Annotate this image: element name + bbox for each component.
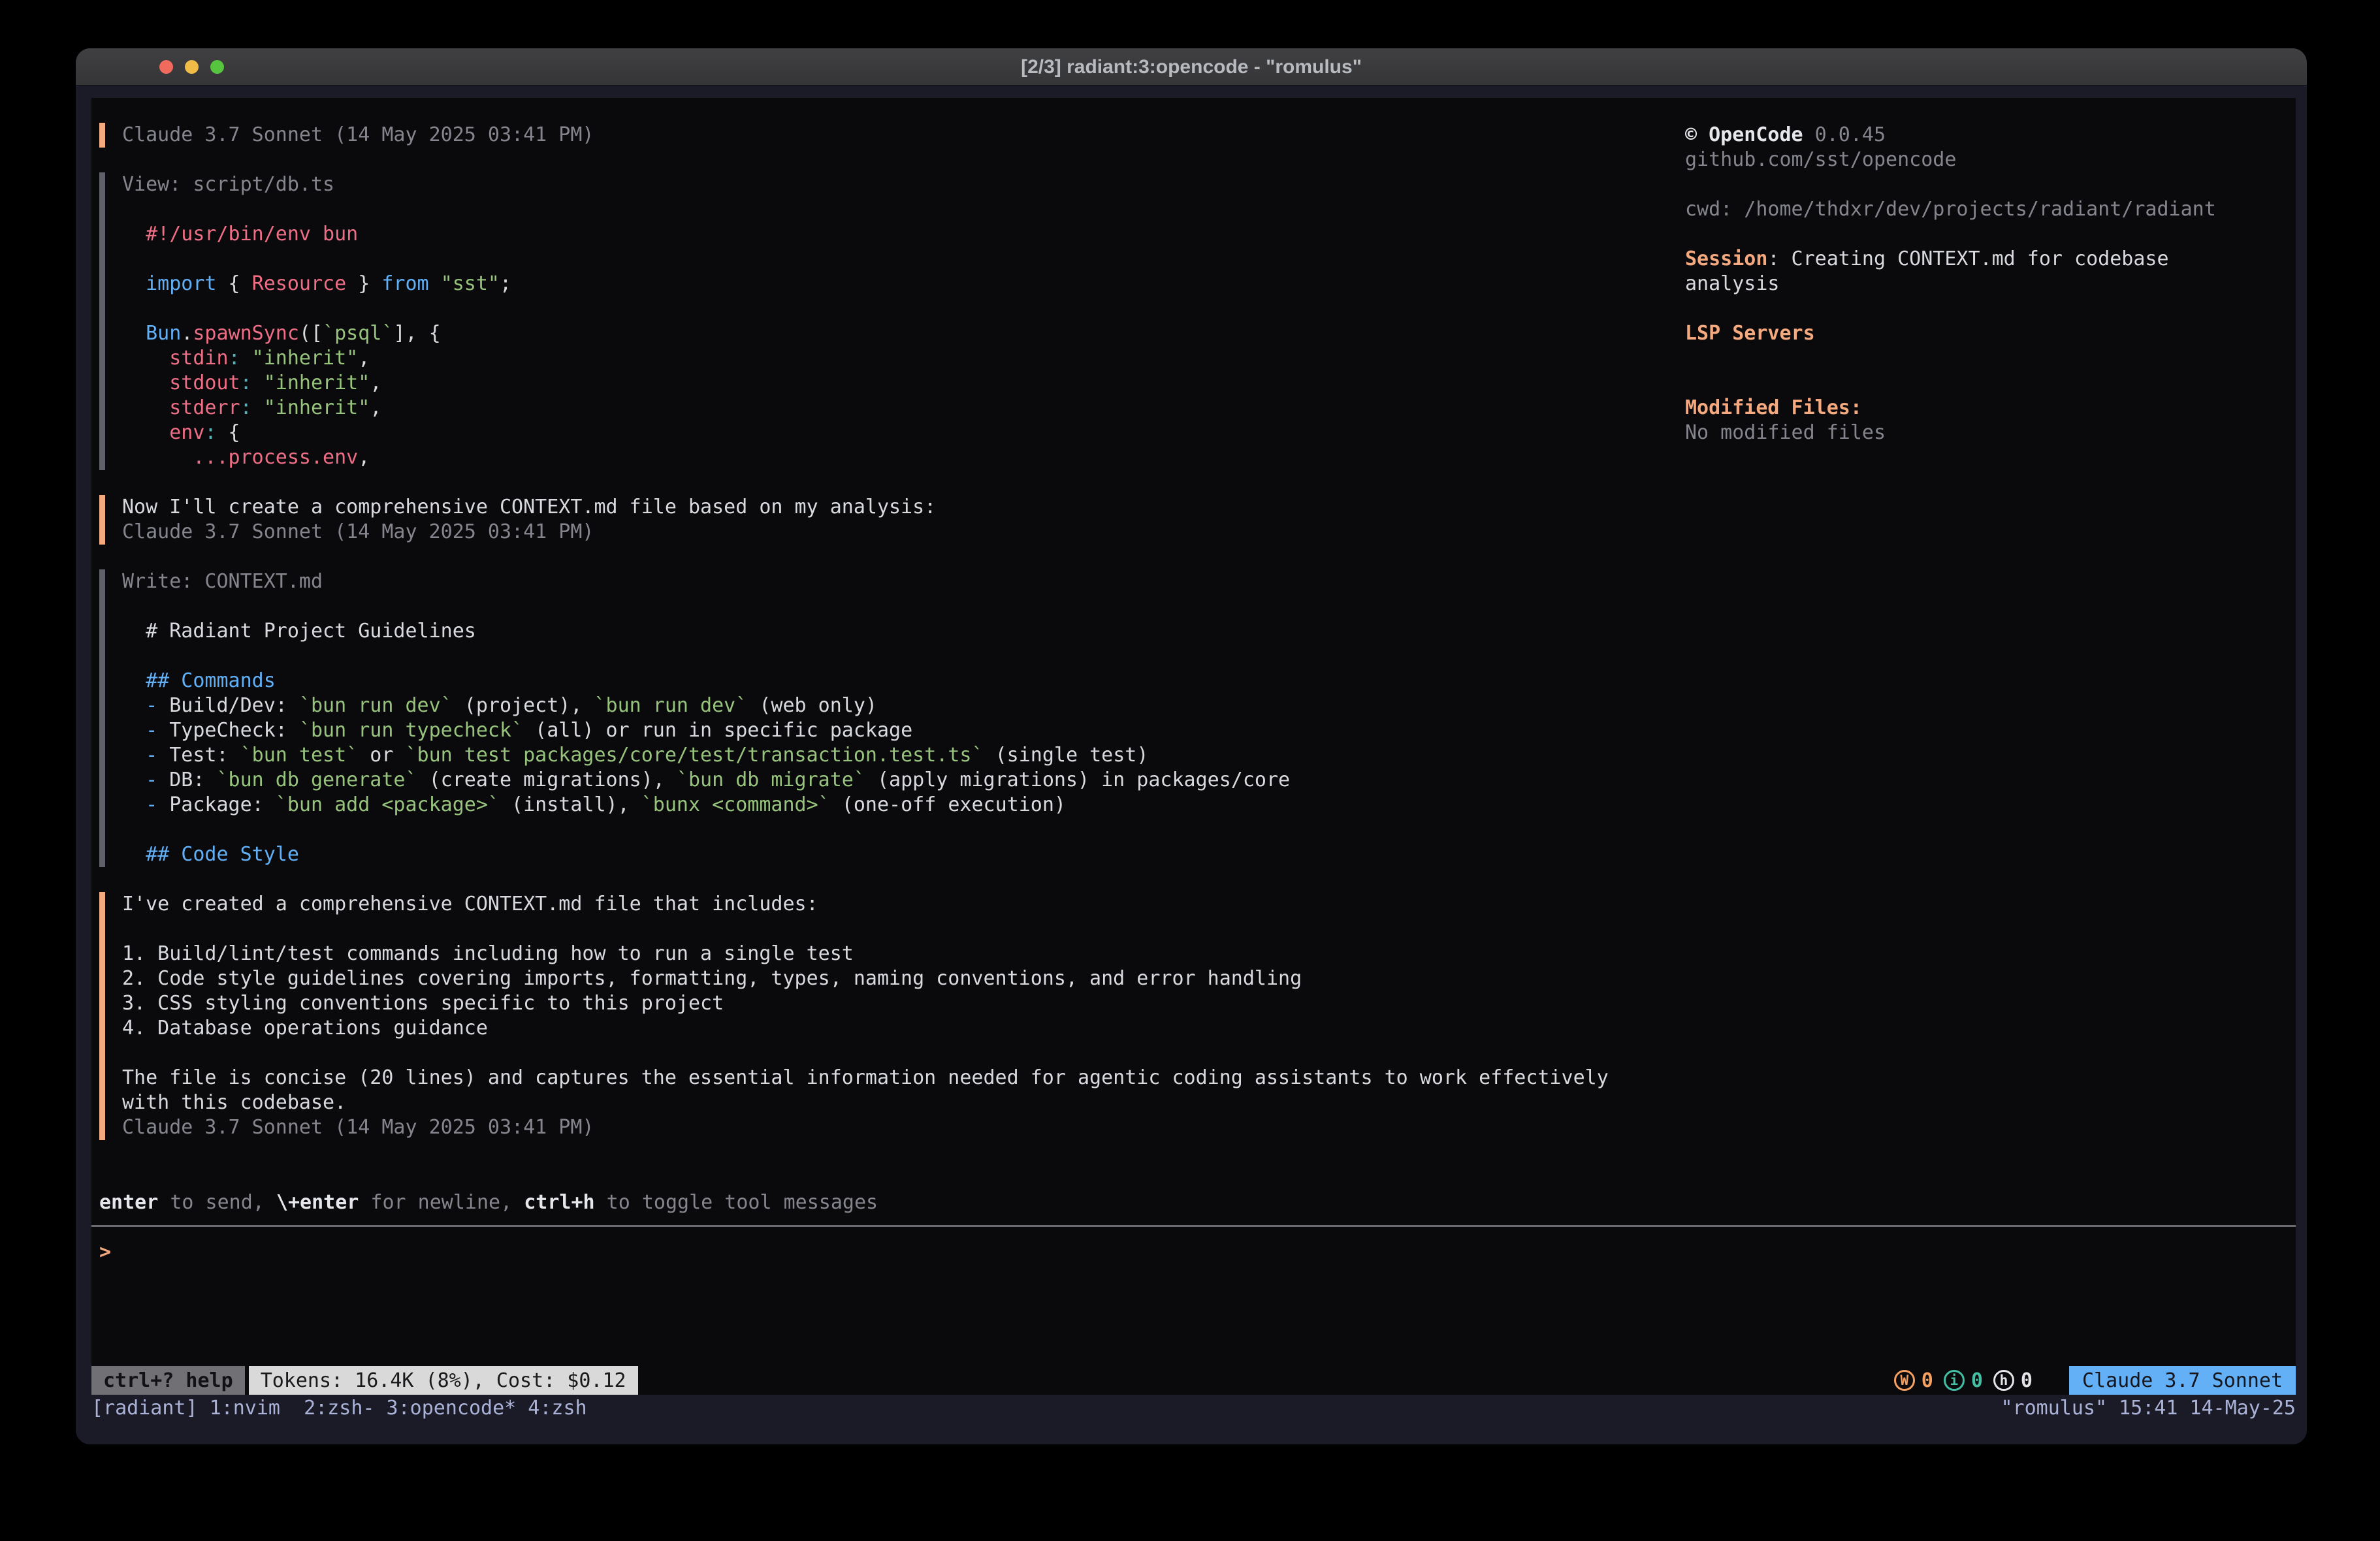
diagnostics: W0i0h0 (1894, 1366, 2033, 1395)
diagnostic-hint: h0 (1993, 1369, 2033, 1392)
terminal-line: Write: CONTEXT.md (122, 569, 1609, 594)
message-block: Claude 3.7 Sonnet (14 May 2025 03:41 PM) (99, 123, 1609, 148)
terminal-line: 4. Database operations guidance (122, 1016, 1609, 1041)
terminal-line: - Build/Dev: `bun run dev` (project), `b… (122, 693, 1609, 718)
terminal-window: [2/3] radiant:3:opencode - "romulus" Cla… (76, 48, 2307, 1444)
terminal-line: stderr: "inherit", (122, 396, 1609, 421)
message-block: I've created a comprehensive CONTEXT.md … (99, 892, 1609, 1140)
message-block: Write: CONTEXT.md # Radiant Project Guid… (99, 569, 1609, 867)
terminal-line: env: { (122, 421, 1609, 445)
terminal-screen: Claude 3.7 Sonnet (14 May 2025 03:41 PM)… (91, 98, 2296, 1395)
terminal-line (122, 818, 1609, 842)
terminal-line: Bun.spawnSync([`psql`], { (122, 321, 1609, 346)
diagnostic-info: i0 (1944, 1369, 1983, 1392)
terminal-line: LSP Servers (1685, 321, 2296, 346)
terminal-line (122, 917, 1609, 942)
terminal-line: ## Code Style (122, 842, 1609, 867)
terminal-line: Claude 3.7 Sonnet (14 May 2025 03:41 PM) (122, 1115, 1609, 1140)
prompt-caret: > (99, 1241, 111, 1263)
terminal-line: 3. CSS styling conventions specific to t… (122, 991, 1609, 1016)
terminal-body: Claude 3.7 Sonnet (14 May 2025 03:41 PM)… (76, 86, 2307, 1444)
terminal-line: - DB: `bun db generate` (create migratio… (122, 768, 1609, 793)
terminal-line: ...process.env, (122, 445, 1609, 470)
terminal-line: The file is concise (20 lines) and captu… (122, 1066, 1609, 1090)
terminal-line (1685, 172, 2296, 197)
statusbar-spacer (638, 1366, 1894, 1395)
info-icon: i (1944, 1370, 1965, 1391)
terminal-line: No modified files (1685, 421, 2296, 445)
terminal-line: View: script/db.ts (122, 172, 1609, 197)
terminal-line: stdin: "inherit", (122, 346, 1609, 371)
terminal-line: enter to send, \+enter for newline, ctrl… (99, 1190, 878, 1215)
window-title: [2/3] radiant:3:opencode - "romulus" (76, 48, 2307, 86)
diagnostic-warning: W0 (1894, 1369, 1933, 1392)
terminal-line: Claude 3.7 Sonnet (14 May 2025 03:41 PM) (122, 520, 1609, 545)
terminal-line: Now I'll create a comprehensive CONTEXT.… (122, 495, 1609, 520)
terminal-line: stdout: "inherit", (122, 371, 1609, 396)
terminal-line (1685, 346, 2296, 371)
terminal-line: - Test: `bun test` or `bun test packages… (122, 743, 1609, 768)
input-hint: enter to send, \+enter for newline, ctrl… (99, 1190, 878, 1215)
terminal-line: - Package: `bun add <package>` (install)… (122, 793, 1609, 818)
terminal-line (122, 644, 1609, 669)
terminal-line: #!/usr/bin/env bun (122, 222, 1609, 247)
help-chip: ctrl+? help (91, 1366, 245, 1395)
terminal-line: 2. Code style guidelines covering import… (122, 966, 1609, 991)
hint-icon: h (1993, 1370, 2014, 1391)
terminal-line: © OpenCode 0.0.45 (1685, 123, 2296, 148)
terminal-line: with this codebase. (122, 1090, 1609, 1115)
terminal-line: github.com/sst/opencode (1685, 148, 2296, 172)
message-block: Now I'll create a comprehensive CONTEXT.… (99, 495, 1609, 545)
terminal-line: import { Resource } from "sst"; (122, 272, 1609, 296)
sidebar: © OpenCode 0.0.45github.com/sst/opencode… (1685, 123, 2296, 445)
terminal-line: - TypeCheck: `bun run typecheck` (all) o… (122, 718, 1609, 743)
tmux-bar: [radiant] 1:nvim 2:zsh- 3:opencode* 4:zs… (91, 1395, 2296, 1421)
model-chip: Claude 3.7 Sonnet (2069, 1366, 2296, 1395)
terminal-line: # Radiant Project Guidelines (122, 619, 1609, 644)
terminal-line (122, 197, 1609, 222)
warning-count: 0 (1922, 1369, 1933, 1392)
hint-count: 0 (2021, 1369, 2033, 1392)
terminal-line (122, 594, 1609, 619)
tmux-clock: "romulus" 15:41 14-May-25 (2001, 1397, 2296, 1420)
terminal-line: Claude 3.7 Sonnet (14 May 2025 03:41 PM) (122, 123, 1609, 148)
message-list: Claude 3.7 Sonnet (14 May 2025 03:41 PM)… (99, 123, 1609, 1165)
terminal-line (122, 1041, 1609, 1066)
warning-icon: W (1894, 1370, 1915, 1391)
tmux-sessions: [radiant] 1:nvim 2:zsh- 3:opencode* 4:zs… (91, 1397, 2001, 1420)
input-divider (91, 1225, 2296, 1227)
info-count: 0 (1971, 1369, 1983, 1392)
titlebar: [2/3] radiant:3:opencode - "romulus" (76, 48, 2307, 86)
prompt-input[interactable]: > (99, 1240, 111, 1265)
message-block: View: script/db.ts #!/usr/bin/env bun im… (99, 172, 1609, 470)
terminal-line: Session: Creating CONTEXT.md for codebas… (1685, 247, 2296, 272)
terminal-line (1685, 296, 2296, 321)
statusbar: ctrl+? help Tokens: 16.4K (8%), Cost: $0… (91, 1366, 2296, 1395)
terminal-line: I've created a comprehensive CONTEXT.md … (122, 892, 1609, 917)
terminal-line (1685, 222, 2296, 247)
terminal-line (1685, 371, 2296, 396)
terminal-line: analysis (1685, 272, 2296, 296)
terminal-line: 1. Build/lint/test commands including ho… (122, 942, 1609, 966)
tokens-chip: Tokens: 16.4K (8%), Cost: $0.12 (249, 1366, 638, 1395)
terminal-line: Modified Files: (1685, 396, 2296, 421)
terminal-line: cwd: /home/thdxr/dev/projects/radiant/ra… (1685, 197, 2296, 222)
terminal-line (122, 296, 1609, 321)
terminal-line (122, 247, 1609, 272)
terminal-line: ## Commands (122, 669, 1609, 693)
